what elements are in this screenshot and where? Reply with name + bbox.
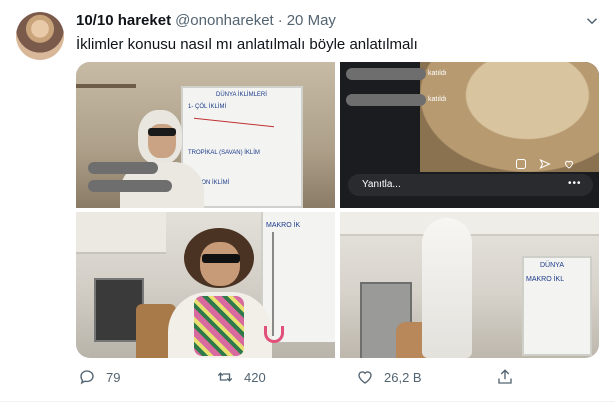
tweet-text: İklimler konusu nasıl mı anlatılmalı böy… <box>76 36 418 53</box>
instagram-dm-icon[interactable] <box>515 158 527 170</box>
author-handle[interactable]: @ononhareket <box>175 12 274 29</box>
redaction-bar <box>346 94 426 106</box>
instagram-send-icon[interactable] <box>539 158 551 170</box>
more-icon[interactable]: ••• <box>568 178 582 189</box>
board-line: MAKRO İKL <box>526 276 565 283</box>
board-text: MAKRO İK <box>266 222 301 229</box>
face <box>200 242 240 286</box>
tweet-header: 10/10 hareket @ononhareket · 20 May <box>76 12 336 32</box>
like-icon <box>358 371 372 384</box>
redaction-bar <box>88 180 172 192</box>
media-image-3[interactable]: MAKRO İK <box>76 212 335 358</box>
sunglasses <box>148 128 176 136</box>
tweet-date[interactable]: 20 May <box>287 12 336 29</box>
author-name[interactable]: 10/10 hareket <box>76 12 171 29</box>
sunglasses <box>202 254 240 263</box>
redaction-bar <box>88 162 158 174</box>
tweet-actions: 79 420 26,2 B <box>76 368 599 390</box>
media-image-2[interactable]: katıldı katıldı Yanıtla... ••• <box>340 62 599 208</box>
like-count: 26,2 B <box>384 369 422 385</box>
whiteboard <box>522 256 592 356</box>
shelf <box>76 84 136 88</box>
retweet-button[interactable]: 420 <box>216 368 266 386</box>
retweet-count: 420 <box>244 369 266 385</box>
board-title: DÜNYA <box>540 262 564 269</box>
media-image-4[interactable]: DÜNYA MAKRO İKL <box>340 212 599 358</box>
joined-label-2: katıldı <box>428 96 447 103</box>
reply-placeholder: Yanıtla... <box>362 179 401 190</box>
redaction-bar <box>346 68 426 80</box>
board-line-2: TROPİKAL (SAVAN) İKLİM <box>188 150 260 156</box>
reply-count: 79 <box>106 369 121 385</box>
avatar[interactable] <box>16 12 64 60</box>
board-title: DÜNYA İKLİMLERİ <box>216 92 267 98</box>
retweet-icon <box>217 372 233 382</box>
reply-icon <box>80 370 94 385</box>
joined-label-1: katıldı <box>428 70 447 77</box>
straw-hat <box>420 62 599 172</box>
separator-dot: · <box>277 12 283 29</box>
board-line-1: 1- ÇÖL İKLİMİ <box>188 104 227 110</box>
chevron-down-icon[interactable] <box>583 12 601 30</box>
umbrella-shaft <box>272 232 274 336</box>
share-icon <box>498 369 512 384</box>
instagram-heart-icon[interactable] <box>563 158 575 170</box>
like-button[interactable]: 26,2 B <box>356 368 422 386</box>
media-image-1[interactable]: DÜNYA İKLİMLERİ 1- ÇÖL İKLİMİ TROPİKAL (… <box>76 62 335 208</box>
share-button[interactable] <box>496 368 514 386</box>
robed-figure <box>422 218 472 358</box>
instagram-icons <box>515 158 575 170</box>
tweet[interactable]: 10/10 hareket @ononhareket · 20 May İkli… <box>0 0 615 402</box>
media-grid[interactable]: DÜNYA İKLİMLERİ 1- ÇÖL İKLİMİ TROPİKAL (… <box>76 62 599 358</box>
floral-bag <box>194 296 244 356</box>
reply-button[interactable]: 79 <box>78 368 120 386</box>
cabinet <box>76 212 166 254</box>
